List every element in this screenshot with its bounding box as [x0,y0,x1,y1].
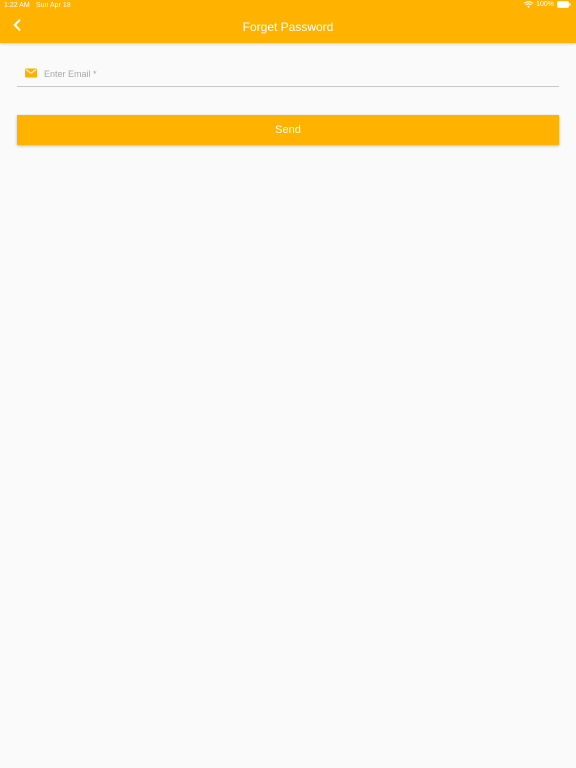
page-title: Forget Password [242,20,334,34]
mail-icon [25,68,37,78]
battery-icon [557,1,571,8]
status-indicators: 100% [524,1,571,8]
battery-percent: 100% [536,1,554,8]
app-header: 1:22 AM Sun Apr 18 100% Forget Password [0,0,576,43]
email-field[interactable] [17,62,559,87]
back-button[interactable] [6,16,28,38]
status-time: 1:22 AM [4,2,30,9]
navigation-bar: Forget Password [0,12,576,43]
status-date: Sun Apr 18 [36,2,71,9]
send-button[interactable]: Send [17,115,559,145]
status-bar: 1:22 AM Sun Apr 18 100% [0,0,576,12]
email-input[interactable] [44,65,544,83]
chevron-left-icon [12,18,22,36]
wifi-icon [524,1,534,8]
